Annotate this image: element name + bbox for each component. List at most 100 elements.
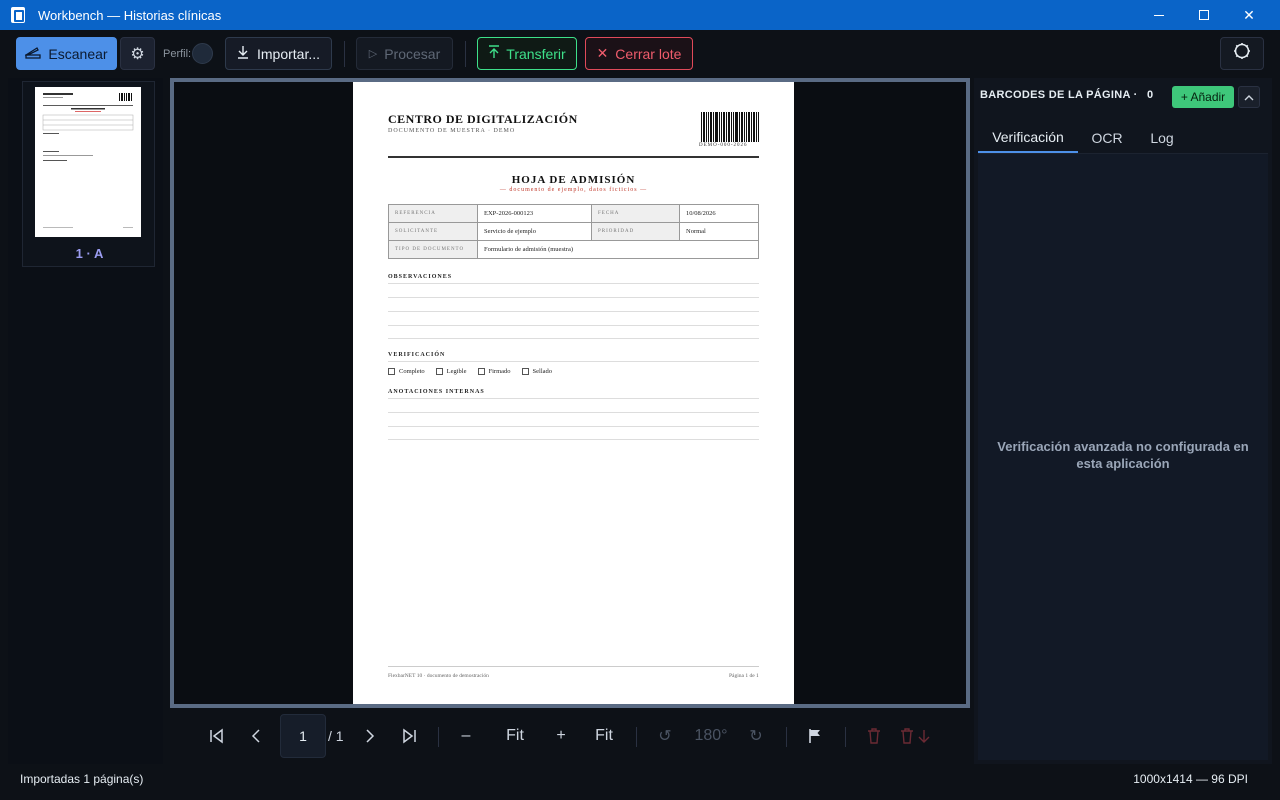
first-page-button[interactable] bbox=[204, 708, 230, 764]
section-observations: OBSERVACIONES bbox=[388, 274, 453, 280]
doc-fields-table: REFERENCIA EXP-2026-000123 FECHA 10/08/2… bbox=[388, 204, 759, 259]
tab-ocr[interactable]: OCR bbox=[1082, 122, 1132, 153]
next-page-button[interactable] bbox=[358, 708, 382, 764]
rotate-left-button[interactable]: ↺ bbox=[654, 708, 676, 764]
minus-icon: – bbox=[461, 727, 471, 744]
document-viewer[interactable]: CENTRO DE DIGITALIZACIÓN DOCUMENTO DE MU… bbox=[170, 78, 970, 708]
trash-arrow-down-icon bbox=[901, 728, 930, 744]
field-key: REFERENCIA bbox=[388, 204, 478, 223]
last-page-icon bbox=[403, 728, 416, 744]
trash-icon bbox=[868, 728, 880, 744]
checkbox-icon bbox=[388, 368, 395, 375]
rotate-180-button[interactable]: 180° bbox=[694, 708, 728, 764]
import-button[interactable]: Importar... bbox=[225, 37, 332, 70]
profile-selector[interactable] bbox=[192, 43, 213, 64]
minimize-button[interactable] bbox=[1136, 0, 1182, 30]
scan-settings-button[interactable]: ⚙ bbox=[120, 37, 155, 70]
field-key: TIPO DE DOCUMENTO bbox=[388, 240, 478, 259]
play-icon: ▷ bbox=[368, 48, 378, 60]
field-key: FECHA bbox=[591, 204, 680, 223]
nav-divider bbox=[438, 727, 439, 747]
check-item: Sellado bbox=[521, 368, 553, 375]
check-item: Firmado bbox=[477, 368, 511, 375]
check-label: Firmado bbox=[488, 368, 511, 375]
rotate-right-button[interactable]: ↻ bbox=[745, 708, 767, 764]
scan-button[interactable]: Escanear bbox=[16, 37, 117, 70]
close-lot-button[interactable]: ✕ Cerrar lote bbox=[585, 37, 693, 70]
thumbnail-image bbox=[35, 87, 141, 237]
toolbar-divider bbox=[465, 41, 466, 67]
upload-icon bbox=[488, 45, 500, 62]
barcode-image bbox=[701, 112, 759, 142]
verification-panel-body: Verificación avanzada no configurada en … bbox=[978, 154, 1268, 760]
field-value: Formulario de admisión (muestra) bbox=[477, 240, 759, 259]
process-button[interactable]: ▷ Procesar bbox=[356, 37, 453, 70]
fit-width-button[interactable]: Fit bbox=[500, 708, 530, 764]
barcode-panel-header: BARCODES DE LA PÁGINA · 0 bbox=[980, 89, 1153, 101]
transfer-label: Transferir bbox=[506, 45, 566, 62]
doc-title: HOJA DE ADMISIÓN bbox=[511, 174, 636, 186]
first-page-icon bbox=[210, 728, 223, 744]
barcode-header-label: BARCODES DE LA PÁGINA · bbox=[980, 89, 1138, 101]
maximize-button[interactable] bbox=[1181, 0, 1227, 30]
check-label: Sellado bbox=[532, 368, 553, 375]
divider bbox=[388, 325, 759, 326]
document-page: CENTRO DE DIGITALIZACIÓN DOCUMENTO DE MU… bbox=[353, 82, 794, 704]
tab-log[interactable]: Log bbox=[1140, 122, 1184, 153]
divider bbox=[388, 338, 759, 339]
thumbnail-label: 1 · A bbox=[75, 246, 104, 261]
doc-subtitle: — documento de ejemplo, datos ficticios … bbox=[499, 187, 648, 193]
divider bbox=[388, 412, 759, 413]
import-label: Importar... bbox=[256, 45, 321, 62]
field-key: PRIORIDAD bbox=[591, 222, 680, 241]
page-number-input[interactable]: 1 bbox=[280, 714, 326, 758]
app-icon bbox=[11, 7, 25, 23]
fit-page-button[interactable]: Fit bbox=[589, 708, 619, 764]
verification-message: Verificación avanzada no configurada en … bbox=[997, 439, 1249, 471]
field-value: Normal bbox=[679, 222, 759, 241]
last-page-button[interactable] bbox=[396, 708, 422, 764]
settings-button[interactable] bbox=[1220, 37, 1264, 70]
nav-divider bbox=[845, 727, 846, 747]
toolbar-divider bbox=[344, 41, 345, 67]
add-barcode-button[interactable]: + Añadir bbox=[1172, 86, 1234, 108]
nav-divider bbox=[636, 727, 637, 747]
close-lot-label: Cerrar lote bbox=[615, 45, 682, 62]
chevron-up-icon bbox=[1244, 94, 1254, 100]
status-bar: Importadas 1 página(s) 1000x1414 — 96 DP… bbox=[0, 766, 1280, 792]
zoom-out-button[interactable]: – bbox=[456, 708, 476, 764]
prev-page-button[interactable] bbox=[244, 708, 268, 764]
tab-verificacion[interactable]: Verificación bbox=[978, 122, 1078, 153]
page-navigation-bar: 1 / 1 – Fit + Fit ↺ 180° ↻ bbox=[170, 708, 970, 764]
check-item: Completo bbox=[388, 368, 425, 375]
checkbox-icon bbox=[435, 368, 443, 375]
checkbox-icon bbox=[477, 368, 485, 375]
x-icon: ✕ bbox=[596, 45, 609, 61]
check-label: Completo bbox=[399, 368, 425, 375]
verification-checks: Completo Legible Firmado Sellado bbox=[388, 368, 563, 375]
thumbnail-panel: 1 · A bbox=[8, 78, 163, 764]
process-label: Procesar bbox=[384, 45, 441, 62]
profile-label: Perfil: bbox=[163, 48, 192, 60]
check-item: Legible bbox=[435, 368, 467, 375]
delete-following-button[interactable] bbox=[897, 708, 937, 764]
download-icon bbox=[237, 45, 249, 62]
transfer-button[interactable]: Transferir bbox=[477, 37, 577, 70]
field-value: Servicio de ejemplo bbox=[477, 222, 592, 241]
plus-icon: + bbox=[556, 727, 566, 744]
flag-button[interactable] bbox=[804, 708, 826, 764]
zoom-in-button[interactable]: + bbox=[551, 708, 571, 764]
collapse-panel-button[interactable] bbox=[1238, 86, 1260, 108]
page-thumbnail[interactable]: 1 · A bbox=[22, 81, 155, 267]
footer-rule bbox=[388, 666, 759, 667]
delete-page-button[interactable] bbox=[863, 708, 885, 764]
barcode-text: DEMO-000-2026 bbox=[699, 143, 748, 148]
chevron-left-icon bbox=[251, 729, 260, 743]
close-window-button[interactable]: ✕ bbox=[1226, 0, 1272, 30]
field-key: SOLICITANTE bbox=[388, 222, 478, 241]
nav-divider bbox=[786, 727, 787, 747]
status-message: Importadas 1 página(s) bbox=[20, 772, 144, 786]
minimize-icon bbox=[1154, 14, 1164, 16]
doc-footer-left: FlexbarNET 10 · documento de demostració… bbox=[388, 673, 489, 679]
doc-org-sub: DOCUMENTO DE MUESTRA · DEMO bbox=[388, 128, 516, 134]
